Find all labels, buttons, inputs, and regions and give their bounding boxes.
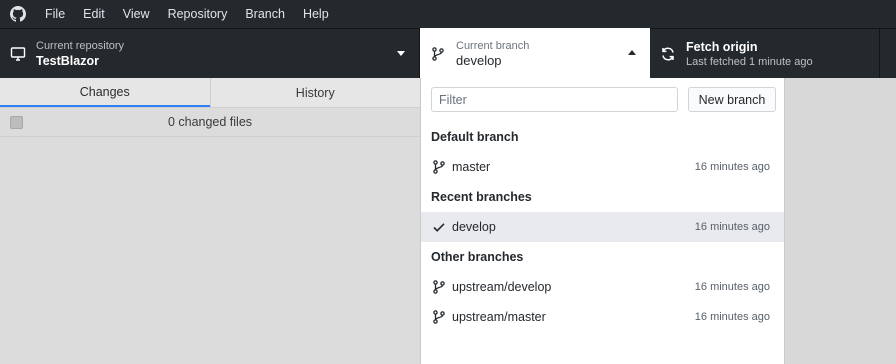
- branch-time: 16 minutes ago: [694, 311, 770, 323]
- tab-changes[interactable]: Changes: [0, 78, 210, 107]
- current-repository-button[interactable]: Current repository TestBlazor: [0, 29, 420, 79]
- menu-view[interactable]: View: [114, 0, 159, 28]
- group-header-recent: Recent branches: [431, 190, 532, 204]
- branch-name: upstream/master: [452, 310, 546, 324]
- branch-dropdown: New branch Default branch master 16 minu…: [420, 78, 785, 364]
- changes-pane: Changes History 0 changed files: [0, 78, 420, 364]
- desktop-icon: [0, 46, 36, 62]
- branch-time: 16 minutes ago: [694, 221, 770, 233]
- github-logo-icon: [0, 0, 36, 28]
- branch-name: upstream/develop: [452, 280, 552, 294]
- branch-row-upstream-master[interactable]: upstream/master 16 minutes ago: [421, 302, 784, 332]
- changed-files-header: 0 changed files: [0, 108, 420, 137]
- repository-caption: Current repository: [36, 40, 125, 52]
- toolbar: Current repository TestBlazor Current br…: [0, 28, 896, 79]
- branch-row-develop[interactable]: develop 16 minutes ago: [421, 212, 784, 242]
- chevron-down-icon: [397, 51, 405, 56]
- branch-caption: Current branch: [456, 39, 530, 52]
- branch-icon: [432, 310, 446, 324]
- menu-repository[interactable]: Repository: [159, 0, 237, 28]
- dimmed-backdrop: [785, 78, 896, 364]
- repository-name: TestBlazor: [36, 54, 99, 68]
- select-all-checkbox[interactable]: [10, 116, 23, 129]
- branch-name: develop: [452, 220, 496, 234]
- tab-history[interactable]: History: [209, 78, 421, 107]
- branch-filter-input[interactable]: [431, 87, 678, 112]
- branch-icon: [432, 280, 446, 294]
- group-header-default: Default branch: [431, 130, 519, 144]
- branch-time: 16 minutes ago: [694, 281, 770, 293]
- fetch-subtitle: Last fetched 1 minute ago: [686, 56, 813, 68]
- menu-bar: File Edit View Repository Branch Help: [0, 0, 896, 28]
- check-icon: [432, 220, 446, 234]
- new-branch-button[interactable]: New branch: [688, 87, 776, 112]
- branch-name: master: [452, 160, 491, 174]
- menu-file[interactable]: File: [36, 0, 74, 28]
- chevron-up-icon: [628, 50, 636, 55]
- fetch-origin-button[interactable]: Fetch origin Last fetched 1 minute ago: [650, 29, 880, 79]
- branch-row-master[interactable]: master 16 minutes ago: [421, 152, 784, 182]
- tab-bar: Changes History: [0, 78, 420, 108]
- changed-files-count: 0 changed files: [167, 115, 253, 129]
- fetch-title: Fetch origin: [686, 40, 758, 54]
- group-header-other: Other branches: [431, 250, 524, 264]
- branch-row-upstream-develop[interactable]: upstream/develop 16 minutes ago: [421, 272, 784, 302]
- branch-icon: [432, 160, 446, 174]
- menu-branch[interactable]: Branch: [236, 0, 294, 28]
- sync-icon: [650, 46, 686, 62]
- branch-name: develop: [456, 52, 502, 68]
- branch-icon: [420, 46, 456, 61]
- current-branch-button[interactable]: Current branch develop: [420, 28, 650, 79]
- branch-time: 16 minutes ago: [694, 161, 770, 173]
- menu-help[interactable]: Help: [294, 0, 338, 28]
- menu-edit[interactable]: Edit: [74, 0, 114, 28]
